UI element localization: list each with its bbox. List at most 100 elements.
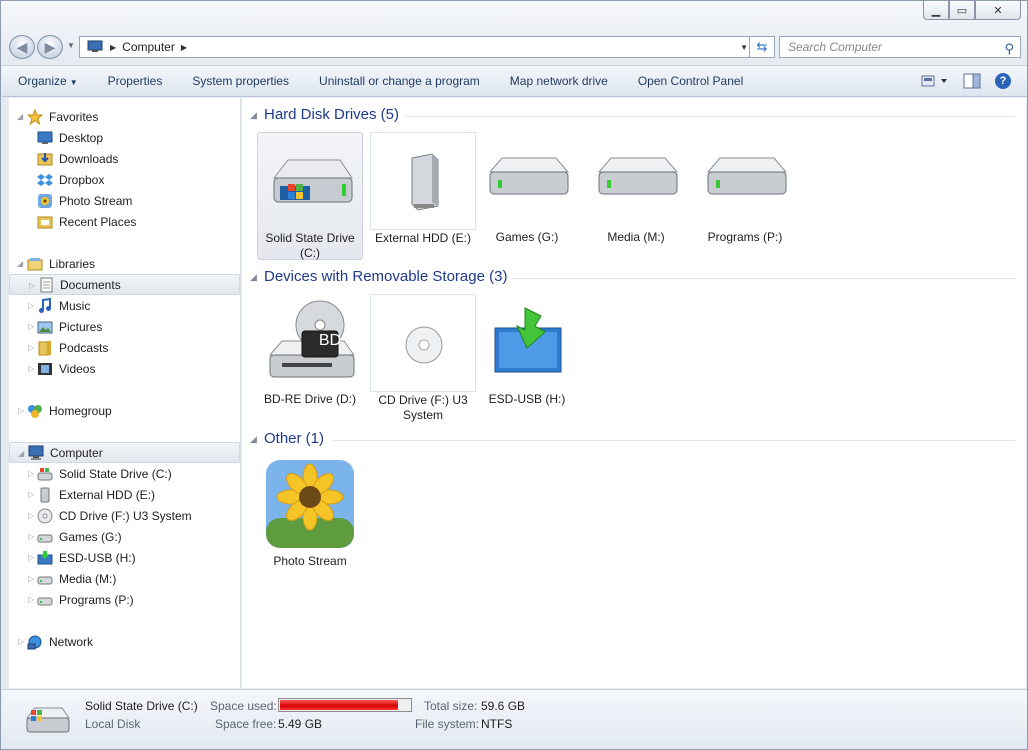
- sidebar-item-music[interactable]: ▷ Music: [28, 295, 90, 316]
- tile-photo-stream[interactable]: Photo Stream: [257, 456, 363, 569]
- collapse-group-icon[interactable]: ◢: [250, 434, 257, 445]
- open-control-panel-button[interactable]: Open Control Panel: [638, 74, 743, 88]
- group-header-other[interactable]: Other (1): [264, 430, 324, 447]
- sidebar-item-libraries[interactable]: Libraries: [27, 253, 95, 274]
- sidebar-item-downloads[interactable]: Downloads: [37, 148, 118, 169]
- forward-button[interactable]: ▶: [37, 35, 63, 59]
- sidebar-item-label: Network: [49, 634, 94, 649]
- drive-tile-h[interactable]: ESD-USB (H:): [474, 294, 580, 407]
- sidebar-item-label: Pictures: [59, 319, 103, 334]
- expand-documents-icon[interactable]: ▷: [29, 281, 35, 290]
- sidebar-item-network[interactable]: Network: [27, 631, 93, 652]
- system-properties-button[interactable]: System properties: [192, 74, 289, 88]
- expand-pictures-icon[interactable]: ▷: [28, 322, 34, 331]
- search-icon[interactable]: ⚲: [1004, 39, 1014, 59]
- drive-tile-c[interactable]: Solid State Drive (C:): [257, 132, 363, 260]
- sidebar-item-drive-c[interactable]: ▷ Solid State Drive (C:): [28, 463, 172, 484]
- music-icon: [39, 297, 51, 313]
- expand-favorites-icon[interactable]: ◢: [17, 112, 23, 121]
- pictures-icon: [37, 321, 53, 333]
- collapse-group-icon[interactable]: ◢: [250, 110, 257, 121]
- uninstall-button[interactable]: Uninstall or change a program: [319, 74, 480, 88]
- expand-libraries-icon[interactable]: ◢: [17, 259, 23, 268]
- sidebar-item-label: Recent Places: [59, 214, 137, 229]
- expand-podcasts-icon[interactable]: ▷: [28, 343, 34, 352]
- details-pane: Solid State Drive (C:) Local Disk Space …: [2, 689, 1027, 749]
- group-header-hard-disk-drives[interactable]: Hard Disk Drives (5): [264, 106, 399, 123]
- maximize-button[interactable]: ▭: [949, 1, 975, 20]
- properties-button[interactable]: Properties: [108, 74, 163, 88]
- sidebar-item-drive-e[interactable]: ▷ External HDD (E:): [28, 484, 156, 505]
- recent-pages-dropdown[interactable]: ▼: [67, 41, 75, 50]
- refresh-button[interactable]: ⇆: [749, 36, 775, 58]
- drive-tile-d[interactable]: BD BD-RE Drive (D:): [257, 294, 363, 407]
- expand-homegroup-icon[interactable]: ▷: [18, 406, 24, 415]
- expand-drive-h-icon[interactable]: ▷: [28, 553, 34, 562]
- sidebar-item-podcasts[interactable]: ▷ Podcasts: [28, 337, 108, 358]
- expand-drive-p-icon[interactable]: ▷: [28, 595, 34, 604]
- close-button[interactable]: ✕: [975, 1, 1021, 20]
- forward-arrow-icon: ▶: [44, 38, 56, 55]
- drive-tile-m[interactable]: Media (M:): [583, 132, 689, 245]
- sidebar-item-documents[interactable]: ▷ Documents: [9, 274, 240, 295]
- tile-label: BD-RE Drive (D:): [264, 392, 356, 406]
- group-divider: [405, 116, 1015, 117]
- organize-button[interactable]: Organize ▼: [18, 74, 78, 88]
- address-dropdown-icon[interactable]: ▼: [740, 43, 748, 52]
- collapse-group-icon[interactable]: ◢: [250, 272, 257, 283]
- sidebar-item-drive-h[interactable]: ▷ ESD-USB (H:): [28, 547, 136, 568]
- command-bar: Organize ▼ Properties System properties U…: [2, 65, 1027, 97]
- preview-pane-icon[interactable]: [963, 73, 981, 89]
- expand-drive-c-icon[interactable]: ▷: [28, 469, 34, 478]
- breadcrumb-separator-icon[interactable]: ▶: [110, 43, 116, 52]
- group-divider: [332, 440, 1015, 441]
- expand-computer-icon[interactable]: ◢: [18, 449, 24, 458]
- drive-tile-f[interactable]: CD Drive (F:) U3 System: [370, 294, 476, 422]
- change-view-icon[interactable]: [921, 74, 949, 88]
- expand-drive-g-icon[interactable]: ▷: [28, 532, 34, 541]
- breadcrumb-chevron-icon[interactable]: ▶: [181, 43, 187, 52]
- expand-videos-icon[interactable]: ▷: [28, 364, 34, 373]
- sidebar-item-label: External HDD (E:): [59, 487, 156, 502]
- sidebar-item-dropbox[interactable]: Dropbox: [37, 169, 104, 190]
- sidebar-item-label: Photo Stream: [59, 193, 133, 208]
- sidebar-item-label: Documents: [60, 277, 121, 292]
- sidebar-item-label: Solid State Drive (C:): [59, 466, 172, 481]
- expand-music-icon[interactable]: ▷: [28, 301, 34, 310]
- group-header-removable-storage[interactable]: Devices with Removable Storage (3): [264, 268, 507, 285]
- sidebar-item-drive-p[interactable]: ▷ Programs (P:): [28, 589, 134, 610]
- expand-drive-m-icon[interactable]: ▷: [28, 574, 34, 583]
- sidebar-item-drive-g[interactable]: ▷ Games (G:): [28, 526, 122, 547]
- sidebar-item-label: Libraries: [49, 256, 96, 271]
- sidebar-item-homegroup[interactable]: Homegroup: [27, 400, 112, 421]
- external-drive-icon: [40, 487, 50, 502]
- search-input[interactable]: Search Computer ⚲: [779, 36, 1021, 58]
- sidebar-item-drive-f[interactable]: ▷ CD Drive (F:) U3 System: [28, 505, 192, 526]
- address-bar[interactable]: ▶ Computer ▶ ▼: [79, 36, 757, 58]
- expand-drive-f-icon[interactable]: ▷: [28, 511, 34, 520]
- tile-label: CD Drive (F:) U3 System: [378, 393, 468, 422]
- sidebar-item-computer[interactable]: ◢ Computer: [9, 442, 240, 463]
- sidebar-item-desktop[interactable]: Desktop: [37, 127, 103, 148]
- sidebar-item-drive-m[interactable]: ▷ Media (M:): [28, 568, 116, 589]
- breadcrumb-computer[interactable]: Computer: [122, 40, 175, 54]
- map-network-drive-button[interactable]: Map network drive: [510, 74, 608, 88]
- expand-drive-e-icon[interactable]: ▷: [28, 490, 34, 499]
- sidebar-item-recent-places[interactable]: Recent Places: [37, 211, 136, 232]
- back-button[interactable]: ◀: [9, 35, 35, 59]
- drive-tile-g[interactable]: Games (G:): [474, 132, 580, 245]
- space-used-fill: [280, 700, 399, 710]
- sidebar-item-photo-stream[interactable]: Photo Stream: [37, 190, 132, 211]
- help-icon[interactable]: ?: [995, 73, 1011, 89]
- sidebar-item-pictures[interactable]: ▷ Pictures: [28, 316, 103, 337]
- space-free-value: 5.49 GB: [278, 717, 323, 731]
- sidebar-item-favorites[interactable]: Favorites: [27, 106, 98, 127]
- expand-network-icon[interactable]: ▷: [18, 637, 24, 646]
- drive-tile-e[interactable]: External HDD (E:): [370, 132, 476, 245]
- star-icon: [27, 108, 43, 125]
- sidebar-item-label: Homegroup: [49, 403, 112, 418]
- sidebar-item-videos[interactable]: ▷ Videos: [28, 358, 95, 379]
- hard-drive-icon: [597, 157, 679, 195]
- drive-tile-p[interactable]: Programs (P:): [692, 132, 798, 245]
- minimize-button[interactable]: ▁: [923, 1, 949, 20]
